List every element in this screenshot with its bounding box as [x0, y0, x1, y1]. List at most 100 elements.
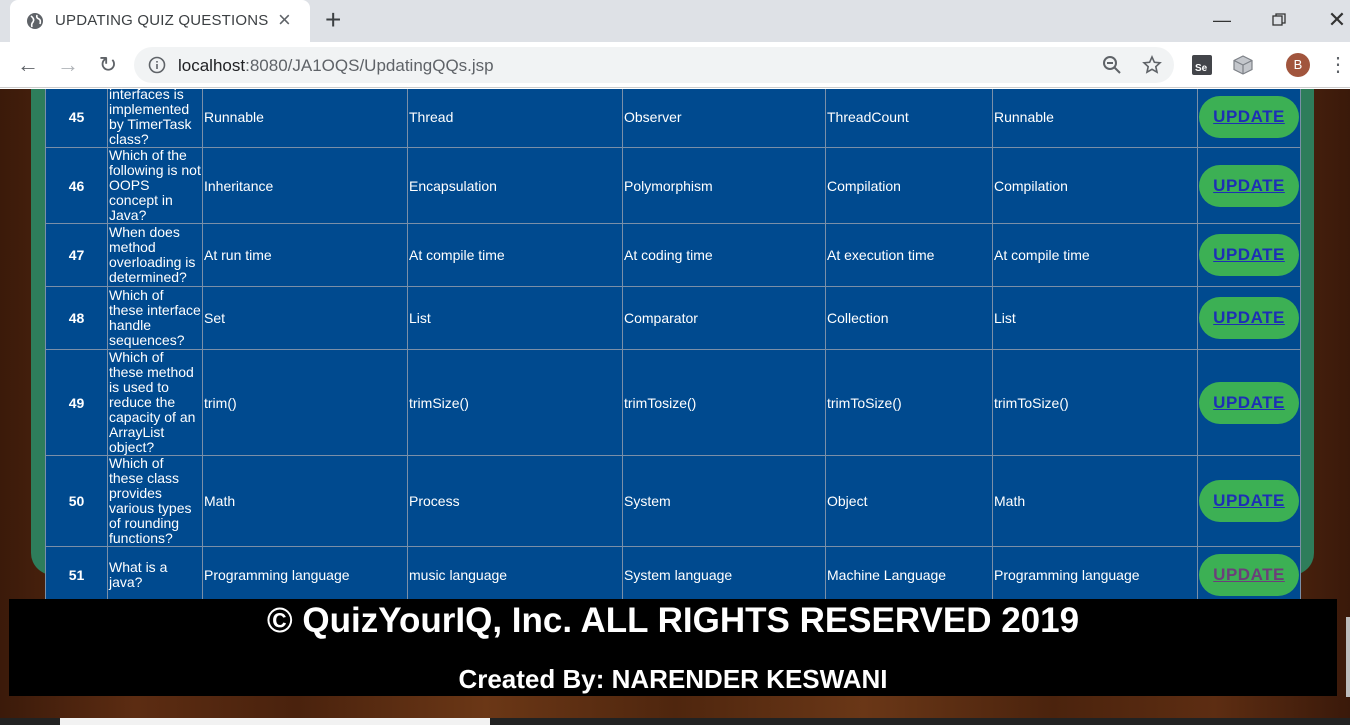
question-number: 48	[45, 286, 108, 350]
option-2: trimSize()	[407, 349, 623, 456]
option-1: trim()	[202, 349, 408, 456]
option-2: At compile time	[407, 223, 623, 287]
update-button[interactable]: UPDATE	[1199, 381, 1299, 424]
tab-strip: UPDATING QUIZ QUESTIONS × + — ✕	[0, 0, 1350, 42]
option-3: System	[622, 455, 826, 547]
question-number: 49	[45, 349, 108, 456]
option-2: Encapsulation	[407, 147, 623, 224]
action-cell: UPDATE	[1197, 349, 1301, 456]
update-button[interactable]: UPDATE	[1199, 234, 1299, 276]
question-number: 46	[45, 147, 108, 224]
horizontal-scrollbar[interactable]	[60, 718, 490, 725]
page-footer: © QuizYourIQ, Inc. ALL RIGHTS RESERVED 2…	[9, 599, 1337, 696]
question-text: Which of these method is used to reduce …	[107, 349, 203, 456]
reload-icon[interactable]: ↻	[95, 52, 121, 78]
table-row: 49 Which of these method is used to redu…	[45, 349, 1301, 456]
globe-icon	[27, 13, 43, 29]
browser-tab[interactable]: UPDATING QUIZ QUESTIONS ×	[10, 0, 310, 42]
option-4: Collection	[825, 286, 993, 350]
correct-answer: Math	[992, 455, 1198, 547]
option-2: Thread	[407, 89, 623, 148]
option-2: List	[407, 286, 623, 350]
correct-answer: At compile time	[992, 223, 1198, 287]
menu-icon[interactable]: ⋮	[1328, 52, 1348, 78]
copyright-text: © QuizYourIQ, Inc. ALL RIGHTS RESERVED 2…	[266, 601, 1080, 640]
table-row: 45 interfaces is implemented by TimerTas…	[45, 89, 1301, 148]
option-3: System language	[622, 546, 826, 603]
option-4: Compilation	[825, 147, 993, 224]
restore-icon[interactable]	[1267, 8, 1291, 32]
table-row: 50 Which of these class provides various…	[45, 455, 1301, 547]
zoom-out-icon[interactable]	[1102, 55, 1122, 75]
selenium-extension-icon[interactable]: Se	[1191, 54, 1213, 76]
correct-answer: Compilation	[992, 147, 1198, 224]
browser-toolbar: ← → ↻ localhost:8080/JA1OQS/UpdatingQQs.…	[0, 42, 1350, 88]
question-text: What is a java?	[107, 546, 203, 603]
update-button[interactable]: UPDATE	[1199, 96, 1299, 138]
option-1: Programming language	[202, 546, 408, 603]
created-by-text: Created By: NARENDER KESWANI	[458, 664, 888, 694]
back-icon[interactable]: ←	[15, 52, 41, 78]
option-2: Process	[407, 455, 623, 547]
option-2: music language	[407, 546, 623, 603]
update-button[interactable]: UPDATE	[1199, 164, 1299, 207]
update-button[interactable]: UPDATE	[1199, 297, 1299, 339]
option-4: trimToSize()	[825, 349, 993, 456]
star-icon[interactable]	[1142, 55, 1162, 75]
correct-answer: Programming language	[992, 546, 1198, 603]
correct-answer: trimToSize()	[992, 349, 1198, 456]
forward-icon[interactable]: →	[55, 52, 81, 78]
address-bar[interactable]: localhost:8080/JA1OQS/UpdatingQQs.jsp	[134, 47, 1174, 83]
question-number: 45	[45, 89, 108, 148]
question-number: 50	[45, 455, 108, 547]
update-button[interactable]: UPDATE	[1199, 480, 1299, 522]
option-3: Observer	[622, 89, 826, 148]
new-tab-icon[interactable]: +	[325, 6, 341, 34]
question-text: interfaces is implemented by TimerTask c…	[107, 89, 203, 148]
option-3: trimTosize()	[622, 349, 826, 456]
option-4: Machine Language	[825, 546, 993, 603]
questions-table: 45 interfaces is implemented by TimerTas…	[45, 89, 1301, 603]
question-text: Which of these interface handle sequence…	[107, 286, 203, 350]
close-window-icon[interactable]: ✕	[1325, 8, 1349, 32]
correct-answer: List	[992, 286, 1198, 350]
url-text: localhost:8080/JA1OQS/UpdatingQQs.jsp	[178, 56, 494, 75]
action-cell: UPDATE	[1197, 286, 1301, 350]
option-4: At execution time	[825, 223, 993, 287]
close-tab-icon[interactable]: ×	[278, 9, 291, 31]
option-3: At coding time	[622, 223, 826, 287]
table-row: 46 Which of the following is not OOPS co…	[45, 147, 1301, 224]
correct-answer: Runnable	[992, 89, 1198, 148]
question-number: 47	[45, 223, 108, 287]
question-text: Which of these class provides various ty…	[107, 455, 203, 547]
vertical-scrollbar[interactable]	[1346, 617, 1350, 697]
action-cell: UPDATE	[1197, 223, 1301, 287]
option-4: ThreadCount	[825, 89, 993, 148]
page-viewport: 45 interfaces is implemented by TimerTas…	[0, 89, 1350, 725]
option-3: Polymorphism	[622, 147, 826, 224]
svg-text:Se: Se	[1195, 63, 1208, 74]
cube-extension-icon[interactable]	[1232, 54, 1254, 76]
question-text: When does method overloading is determin…	[107, 223, 203, 287]
table-row: 51 What is a java? Programming language …	[45, 546, 1301, 603]
option-1: Math	[202, 455, 408, 547]
question-text: Which of the following is not OOPS conce…	[107, 147, 203, 224]
action-cell: UPDATE	[1197, 147, 1301, 224]
option-1: Runnable	[202, 89, 408, 148]
option-3: Comparator	[622, 286, 826, 350]
update-button[interactable]: UPDATE	[1199, 553, 1299, 596]
action-cell: UPDATE	[1197, 455, 1301, 547]
question-number: 51	[45, 546, 108, 603]
action-cell: UPDATE	[1197, 89, 1301, 148]
option-1: At run time	[202, 223, 408, 287]
tab-title: UPDATING QUIZ QUESTIONS	[55, 12, 269, 29]
option-1: Inheritance	[202, 147, 408, 224]
option-1: Set	[202, 286, 408, 350]
table-row: 48 Which of these interface handle seque…	[45, 286, 1301, 350]
table-row: 47 When does method overloading is deter…	[45, 223, 1301, 287]
option-4: Object	[825, 455, 993, 547]
profile-avatar[interactable]: B	[1286, 53, 1310, 77]
action-cell: UPDATE	[1197, 546, 1301, 603]
minimize-icon[interactable]: —	[1210, 8, 1234, 32]
info-icon[interactable]	[148, 56, 166, 74]
